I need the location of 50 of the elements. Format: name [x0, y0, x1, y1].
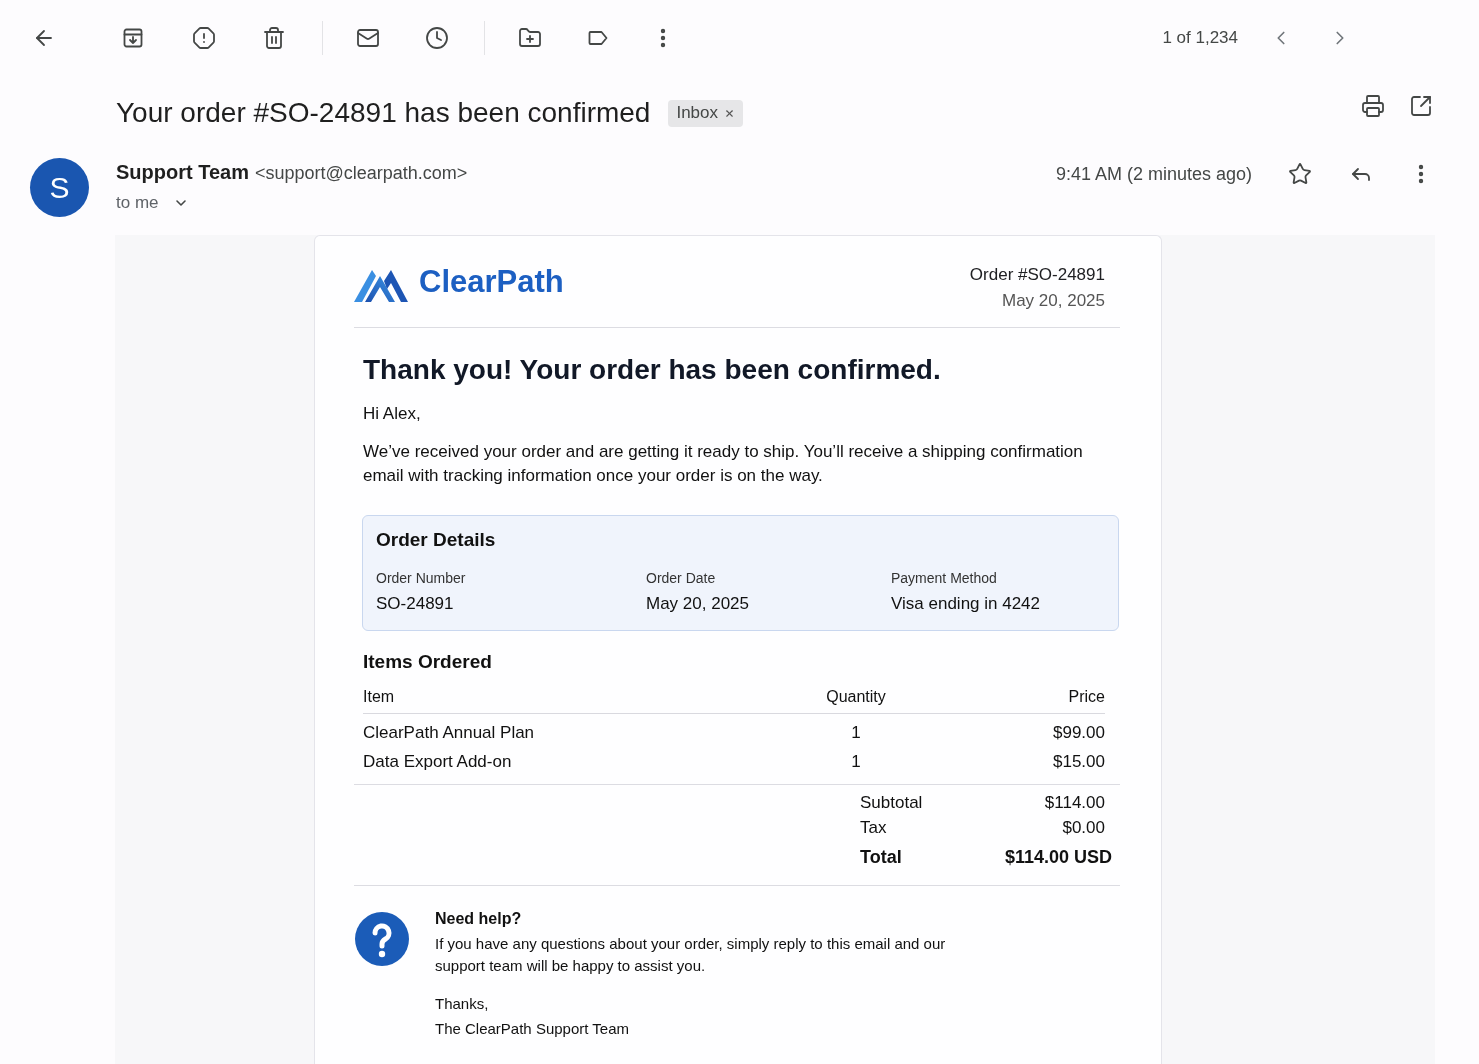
table-cell-text: Data Export Add-on — [363, 751, 513, 773]
intro-paragraph: We’ve received your order and are getting it ready to ship. You’ll receive a shipping confirmation email with tracking information once your order is on the way. — [363, 441, 1084, 487]
star-icon[interactable] — [1288, 162, 1312, 186]
table-cell-text: 1 — [850, 751, 862, 773]
table-cell-text: $99.00 — [1052, 722, 1105, 744]
sender-name: Support Team — [116, 160, 249, 184]
total-label: Total — [860, 846, 902, 869]
column-header: Item — [363, 687, 396, 707]
table-cell-text: 1 — [850, 722, 862, 744]
field-label: Order Date — [646, 569, 717, 587]
close-icon[interactable] — [724, 107, 735, 119]
column-header: Quantity — [825, 687, 887, 707]
recipient-text: to me — [116, 192, 159, 214]
spam-alert-icon[interactable] — [192, 25, 216, 50]
total-label: Tax — [860, 817, 887, 839]
field-label: Order Number — [376, 569, 467, 587]
signoff-line: Thanks, — [435, 994, 490, 1014]
order-reference: Order #SO-24891 — [969, 264, 1105, 286]
greeting-text: Hi Alex, — [363, 403, 422, 425]
email-heading: Thank you! Your order has been confirmed. — [363, 353, 942, 387]
table-cell-text: ClearPath Annual Plan — [363, 722, 536, 744]
trash-icon[interactable] — [262, 25, 286, 50]
total-value: $0.00 — [1062, 817, 1105, 839]
folder-plus-icon[interactable] — [518, 25, 542, 50]
help-paragraph: If you have any questions about your order, simply reply to this email and our support team will be happy to assist you. — [435, 934, 947, 976]
sender-email: <support@clearpath.com> — [254, 162, 468, 185]
field-value: May 20, 2025 — [646, 593, 750, 615]
help-title: Need help? — [435, 909, 523, 929]
total-value: $114.00 USD — [1004, 846, 1112, 869]
open-new-window-icon[interactable] — [1409, 94, 1433, 118]
timestamp: 9:41 AM (2 minutes ago) — [1055, 162, 1252, 186]
brand-name: ClearPath — [419, 263, 564, 301]
help-icon — [355, 912, 409, 966]
field-value: Visa ending in 4242 — [891, 593, 1042, 615]
printer-icon[interactable] — [1361, 94, 1385, 118]
field-label: Payment Method — [891, 569, 998, 587]
panel-title: Order Details — [376, 528, 497, 552]
clock-icon[interactable] — [425, 25, 449, 50]
email-subject: Your order #SO-24891 has been confirmed — [116, 96, 651, 130]
order-date: May 20, 2025 — [1001, 290, 1105, 312]
message-counter: 1 of 1,234 — [1162, 26, 1238, 49]
column-header: Price — [1067, 687, 1105, 707]
table-cell-text: $15.00 — [1052, 751, 1105, 773]
field-value: SO-24891 — [376, 593, 455, 615]
label-name: Inbox — [676, 102, 718, 125]
signoff-line: The ClearPath Support Team — [435, 1019, 630, 1039]
total-label: Subtotal — [860, 792, 923, 814]
total-value: $114.00 — [1044, 792, 1105, 814]
sender-avatar: S — [30, 158, 89, 217]
section-title: Items Ordered — [363, 650, 493, 674]
